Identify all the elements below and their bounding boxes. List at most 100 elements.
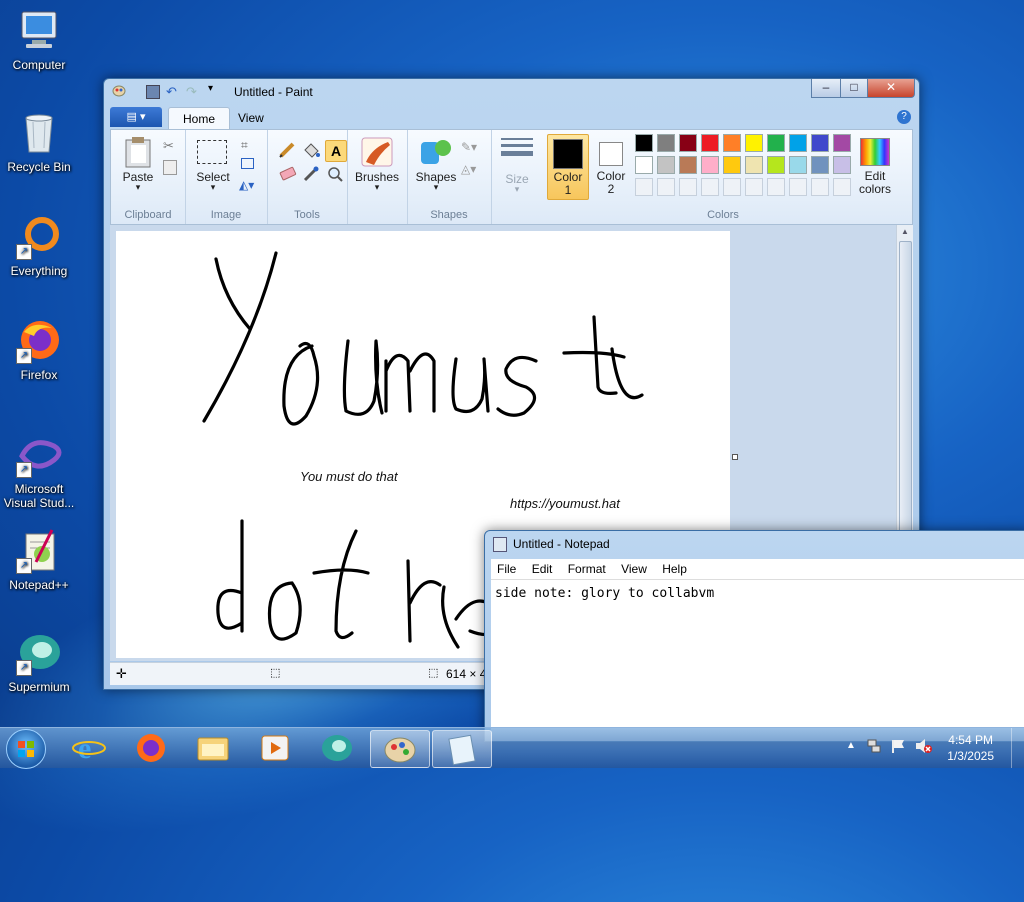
palette-swatch[interactable] [833,134,851,152]
firefox-icon: ↗ [16,318,62,364]
palette-swatch[interactable] [679,134,697,152]
paste-button[interactable]: Paste ▾ [117,134,159,194]
start-orb-icon[interactable] [6,729,46,769]
color-picker-icon[interactable] [301,164,321,184]
scrollbar-thumb[interactable] [899,241,912,573]
edit-colors-button[interactable]: Edit colors [851,134,899,198]
desktop-icon-recycle-bin[interactable]: Recycle Bin [0,110,78,174]
custom-color-slot[interactable] [789,178,807,196]
taskbar-file-explorer[interactable] [184,730,242,766]
palette-swatch[interactable] [789,156,807,174]
brushes-button[interactable]: Brushes ▾ [353,134,401,194]
taskbar-paint[interactable] [370,730,430,768]
text-tool-icon[interactable]: A [325,140,347,162]
menu-help[interactable]: Help [656,559,693,579]
custom-color-slot[interactable] [811,178,829,196]
palette-swatch[interactable] [723,156,741,174]
custom-color-slot[interactable] [657,178,675,196]
size-button[interactable]: Size ▾ [497,134,537,194]
palette-swatch[interactable] [811,156,829,174]
outline-icon[interactable]: ✎▾ [461,140,477,154]
palette-swatch[interactable] [679,156,697,174]
paint-titlebar[interactable]: ↶ ↷ ▾ Untitled - Paint – □ ✕ [104,79,919,105]
tab-view[interactable]: View [224,107,278,129]
magnifier-icon[interactable] [325,164,345,184]
shape-fill-icon[interactable]: ◬▾ [461,162,476,176]
palette-swatch[interactable] [745,134,763,152]
palette-swatch[interactable] [635,156,653,174]
custom-color-slot[interactable] [745,178,763,196]
menu-file[interactable]: File [491,559,522,579]
palette-swatch[interactable] [701,156,719,174]
close-button[interactable]: ✕ [867,79,915,98]
custom-color-slot[interactable] [723,178,741,196]
show-desktop-button[interactable] [1011,728,1024,768]
palette-swatch[interactable] [701,134,719,152]
palette-swatch[interactable] [745,156,763,174]
network-icon[interactable] [866,738,882,754]
palette-swatch[interactable] [767,134,785,152]
desktop-icon-visual-studio[interactable]: ↗ Microsoft Visual Stud... [0,432,78,510]
show-hidden-icons-arrow[interactable]: ▲ [846,740,856,751]
eraser-icon[interactable] [277,164,297,184]
palette-swatch[interactable] [657,156,675,174]
resize-icon[interactable] [241,158,254,169]
paint-menu-button[interactable]: ▤ ▾ [110,107,162,127]
select-button[interactable]: Select ▾ [191,134,235,194]
custom-color-slot[interactable] [679,178,697,196]
minimize-button[interactable]: – [811,79,841,98]
taskbar-firefox[interactable] [122,730,180,766]
volume-muted-icon[interactable] [914,738,932,754]
taskbar-media-player[interactable] [246,730,304,766]
desktop-icon-computer[interactable]: Computer [0,8,78,72]
system-clock[interactable]: 4:54 PM 1/3/2025 [947,732,994,764]
cut-icon[interactable]: ✂ [163,138,174,154]
undo-quick-icon[interactable]: ↶ [166,84,177,100]
shapes-button[interactable]: Shapes ▾ [413,134,459,194]
save-quick-icon[interactable] [146,85,160,99]
paint-icon [384,737,416,763]
taskbar-internet-explorer[interactable]: e [60,730,118,766]
paint-app-icon[interactable] [112,84,126,98]
crop-icon[interactable]: ⌗ [241,138,248,153]
scroll-up-arrow[interactable]: ▲ [897,225,913,239]
palette-swatch[interactable] [811,134,829,152]
menu-view[interactable]: View [615,559,653,579]
maximize-button[interactable]: □ [840,79,868,98]
notepad-titlebar[interactable]: Untitled - Notepad [485,531,1024,557]
copy-icon[interactable] [163,160,177,175]
help-icon[interactable]: ? [897,110,911,124]
menu-edit[interactable]: Edit [526,559,559,579]
palette-swatch[interactable] [767,156,785,174]
action-center-flag-icon[interactable] [890,738,906,754]
desktop-icon-firefox[interactable]: ↗ Firefox [0,318,78,382]
custom-color-slot[interactable] [635,178,653,196]
taskbar-supermium[interactable] [308,730,366,766]
notepad-window[interactable]: Untitled - Notepad File Edit Format View… [484,530,1024,742]
tab-home[interactable]: Home [168,107,231,130]
desktop-icon-supermium[interactable]: ↗ Supermium [0,630,78,694]
palette-swatch[interactable] [657,134,675,152]
quick-access-dropdown-icon[interactable]: ▾ [208,83,213,94]
custom-color-slot[interactable] [701,178,719,196]
canvas-resize-handle[interactable] [732,454,738,460]
palette-swatch[interactable] [789,134,807,152]
rotate-icon[interactable]: ◭▾ [239,178,254,192]
pencil-icon[interactable] [277,140,297,160]
desktop-icon-notepad-plus-plus[interactable]: ↗ Notepad++ [0,528,78,592]
color2-button[interactable]: Color 2 [591,134,631,198]
notepad-text-area[interactable]: side note: glory to collabvm [491,579,1024,741]
redo-quick-icon[interactable]: ↷ [186,84,197,100]
custom-color-slot[interactable] [833,178,851,196]
palette-swatch[interactable] [723,134,741,152]
palette-swatch[interactable] [833,156,851,174]
fill-icon[interactable] [301,140,321,160]
menu-format[interactable]: Format [562,559,612,579]
color1-button[interactable]: Color 1 [547,134,589,200]
brush-icon [361,137,393,167]
taskbar-notepad[interactable] [432,730,492,768]
desktop-icon-everything[interactable]: ↗ Everything [0,214,78,278]
size-dropdown-icon: ▾ [514,184,520,194]
custom-color-slot[interactable] [767,178,785,196]
palette-swatch[interactable] [635,134,653,152]
